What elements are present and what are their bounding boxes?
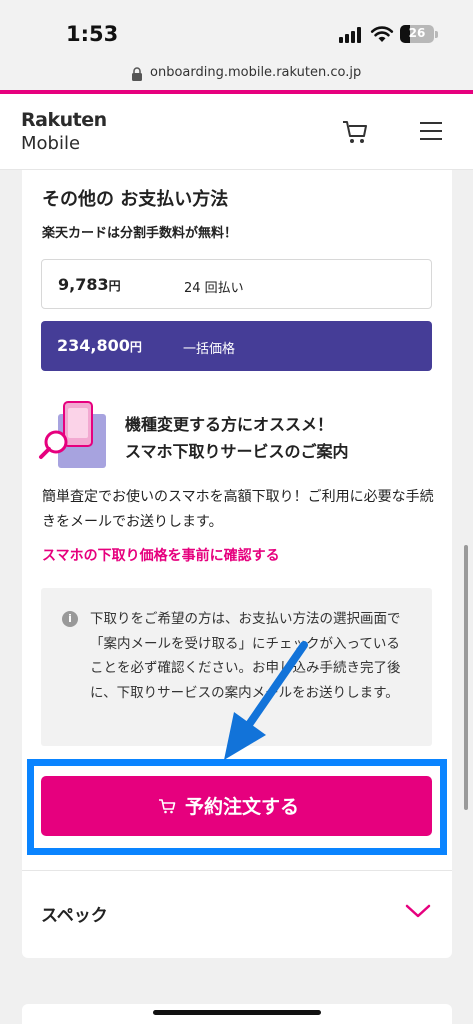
battery-level: 26: [408, 26, 426, 40]
order-button-label: 予約注文する: [185, 796, 300, 818]
tradein-title-line2: スマホ下取りサービスのご案内: [125, 442, 349, 461]
product-card: その他の お支払い方法 楽天カードは分割手数料が無料！ 9,783円 24 回払…: [22, 170, 452, 958]
menu-icon[interactable]: [420, 122, 442, 140]
battery-cap: [435, 31, 438, 38]
smartphone-trade-in-illustration: [39, 401, 106, 468]
site-header: Rakuten Mobile: [0, 94, 473, 170]
tradein-title: 機種変更する方にオススメ！ スマホ下取りサービスのご案内: [125, 411, 349, 465]
tradein-notice: i 下取りをご希望の方は、お支払い方法の選択画面で「案内メールを受け取る」にチェ…: [41, 588, 432, 746]
cart-icon: [159, 799, 176, 814]
home-indicator[interactable]: [153, 1010, 321, 1015]
price-label: 一括価格: [183, 342, 236, 357]
cart-icon[interactable]: [341, 118, 369, 146]
signal-icon: [339, 27, 363, 43]
price-amount: 9,783円: [58, 275, 121, 294]
wifi-icon: [370, 26, 394, 42]
tradein-description: 簡単査定でお使いのスマホを高額下取り！ご利用に必要な手続きをメールでお送りします…: [42, 489, 434, 530]
lock-icon: [132, 67, 142, 81]
logo-rakuten[interactable]: Rakuten: [21, 109, 107, 131]
chevron-down-icon[interactable]: [405, 903, 431, 919]
url-bar[interactable]: onboarding.mobile.rakuten.co.jp: [0, 60, 473, 90]
payment-title: その他の お支払い方法: [42, 189, 229, 210]
price-amount: 234,800円: [57, 336, 142, 355]
spec-accordion[interactable]: スペック: [22, 871, 452, 956]
info-icon: i: [62, 611, 78, 627]
price-label: 24 回払い: [184, 281, 244, 296]
battery-icon: 26: [400, 25, 434, 43]
price-option-lump-sum[interactable]: 234,800円 一括価格: [41, 321, 432, 371]
spec-title: スペック: [41, 906, 108, 926]
price-option-installment[interactable]: 9,783円 24 回払い: [41, 259, 432, 309]
tradein-price-check-link[interactable]: スマホの下取り価格を事前に確認する: [42, 545, 280, 565]
scrollbar[interactable]: [464, 545, 468, 810]
payment-subtitle: 楽天カードは分割手数料が無料！: [42, 226, 238, 241]
status-time: 1:53: [66, 22, 119, 46]
logo-mobile[interactable]: Mobile: [21, 133, 80, 154]
reserve-order-button[interactable]: 予約注文する: [41, 776, 432, 836]
notice-text: 下取りをご希望の方は、お支払い方法の選択画面で「案内メールを受け取る」にチェック…: [90, 611, 401, 701]
status-bar: 1:53 26: [0, 0, 473, 60]
tradein-title-line1: 機種変更する方にオススメ！: [125, 415, 334, 434]
url-text[interactable]: onboarding.mobile.rakuten.co.jp: [150, 65, 361, 80]
